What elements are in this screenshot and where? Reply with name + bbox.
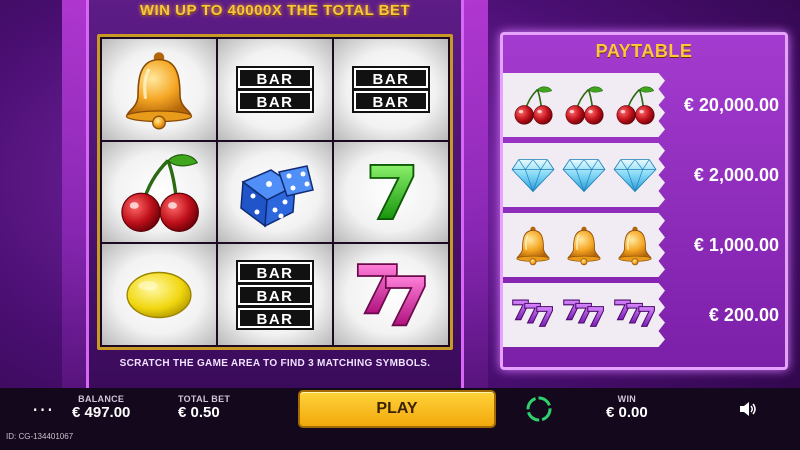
paytable-symbols <box>503 73 665 137</box>
balance-display: BALANCE € 497.00 <box>72 394 130 421</box>
win-display: WIN € 0.00 <box>606 394 648 421</box>
scratch-instruction: SCRATCH THE GAME AREA TO FIND 3 MATCHING… <box>119 358 431 369</box>
paytable-row-cherry: € 20,000.00 <box>503 73 785 137</box>
paytable-row-bell: € 1,000.00 <box>503 213 785 277</box>
bar-tile: BAR <box>236 88 314 113</box>
bell-icon <box>117 47 201 131</box>
triple-bar-icon: BAR BAR BAR <box>236 259 314 330</box>
triple-seven-icon <box>614 299 656 327</box>
bell-icon <box>563 224 605 266</box>
balance-value: € 497.00 <box>72 404 131 421</box>
win-label: WIN <box>617 394 637 404</box>
paytable-symbols <box>503 283 665 347</box>
paytable-symbols <box>503 143 665 207</box>
total-bet-label: TOTAL BET <box>178 394 231 404</box>
speaker-icon[interactable] <box>738 400 758 418</box>
cherry-icon <box>562 83 606 127</box>
bar-tile: BAR <box>236 65 314 90</box>
game-id: ID: CG-134401067 <box>6 432 74 441</box>
scratch-game-board: WIN UP TO 40000X THE TOTAL BET BAR BAR B… <box>86 0 464 388</box>
autoplay-icon[interactable] <box>524 394 554 424</box>
paytable-panel: PAYTABLE € 20,000.00 € 2,000.00 € 1,000.… <box>500 32 788 370</box>
diamond-icon <box>613 157 657 193</box>
paytable-amount: € 20,000.00 <box>683 94 779 115</box>
cell-lemon[interactable] <box>102 244 216 345</box>
cherry-icon <box>511 83 555 127</box>
diamond-icon <box>511 157 555 193</box>
paytable-symbols <box>503 213 665 277</box>
paytable-amount: € 1,000.00 <box>693 234 779 255</box>
bar-tile: BAR <box>352 88 430 113</box>
double-bar-icon: BAR BAR <box>352 65 430 113</box>
green-seven-icon <box>363 159 419 225</box>
cell-green-seven[interactable] <box>334 141 448 243</box>
cherry-icon <box>613 83 657 127</box>
cell-double-pink-seven[interactable] <box>334 244 448 345</box>
paytable-row-triple-seven: € 200.00 <box>503 283 785 347</box>
dice-icon <box>235 152 315 232</box>
lemon-icon <box>121 265 197 325</box>
bottom-control-bar: ··· BALANCE € 497.00 TOTAL BET € 0.50 PL… <box>0 388 800 450</box>
bar-tile: BAR <box>236 259 314 284</box>
bar-tile: BAR <box>352 65 430 90</box>
cell-cherry[interactable] <box>102 141 216 243</box>
bell-icon <box>614 224 656 266</box>
diamond-icon <box>562 157 606 193</box>
win-value: € 0.00 <box>606 404 648 421</box>
cell-double-bar[interactable]: BAR BAR <box>334 39 448 140</box>
paytable-title: PAYTABLE <box>595 41 693 61</box>
paytable-row-diamond: € 2,000.00 <box>503 143 785 207</box>
cherry-icon <box>114 147 204 237</box>
total-bet-value: € 0.50 <box>178 404 220 421</box>
bell-icon <box>512 224 554 266</box>
max-win-headline: WIN UP TO 40000X THE TOTAL BET <box>139 2 411 19</box>
paytable-amount: € 2,000.00 <box>693 164 779 185</box>
triple-seven-icon <box>511 299 553 327</box>
cell-bell[interactable] <box>102 39 216 140</box>
paytable-amount: € 200.00 <box>708 304 779 325</box>
menu-icon[interactable]: ··· <box>32 398 54 422</box>
play-button[interactable]: PLAY <box>298 390 496 428</box>
double-pink-seven-icon <box>356 262 426 326</box>
bar-tile: BAR <box>236 282 314 307</box>
bar-tile: BAR <box>236 305 314 330</box>
cell-double-bar[interactable]: BAR BAR <box>218 39 332 140</box>
total-bet-display[interactable]: TOTAL BET € 0.50 <box>178 394 230 421</box>
double-bar-icon: BAR BAR <box>236 65 314 113</box>
scratch-grid[interactable]: BAR BAR BAR BAR BAR BAR BAR <box>97 34 453 350</box>
balance-label: BALANCE <box>78 394 125 404</box>
cell-dice[interactable] <box>218 141 332 243</box>
triple-seven-icon <box>563 299 604 327</box>
cell-triple-bar[interactable]: BAR BAR BAR <box>218 244 332 345</box>
